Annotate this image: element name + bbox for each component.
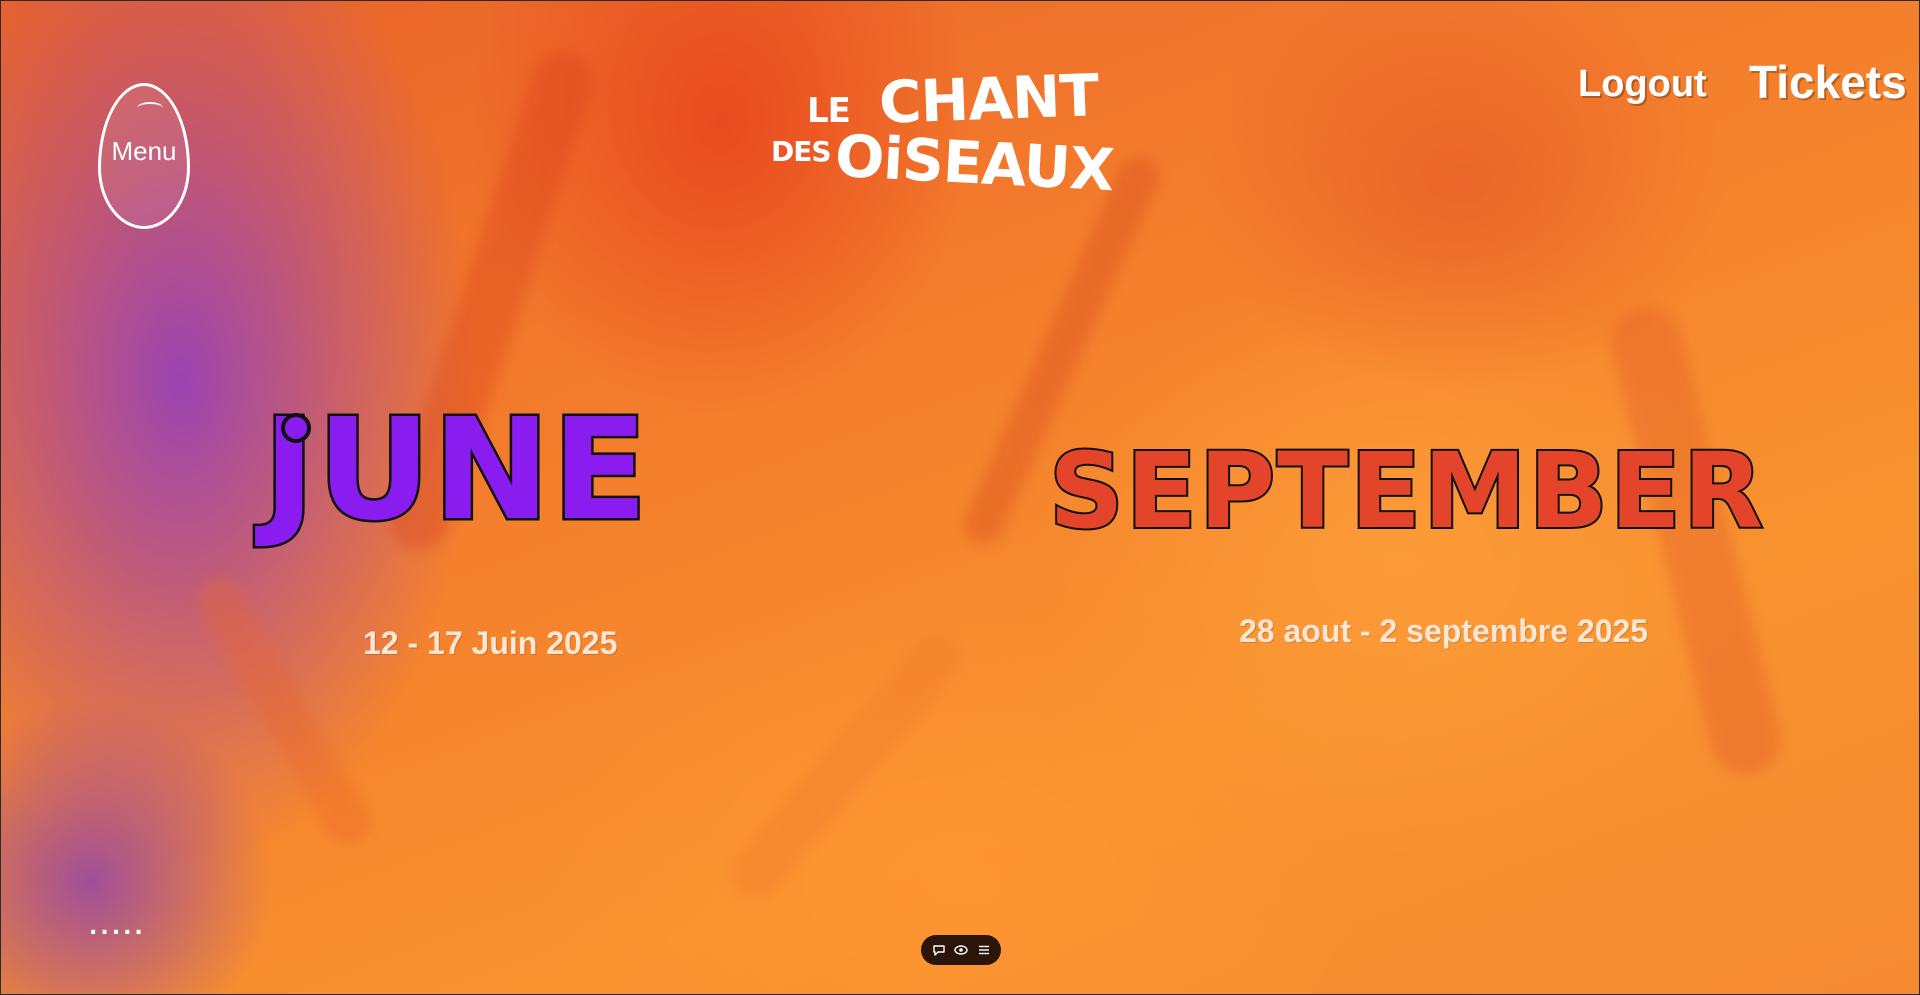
paint-streak: [720, 623, 972, 909]
menu-button[interactable]: Menu: [98, 83, 190, 229]
list-icon[interactable]: [975, 941, 993, 959]
june-dates: 12 - 17 Juin 2025: [363, 625, 618, 661]
hero-background: Menu LE CHANT DES OiSEAUX Logout Tickets…: [0, 0, 1920, 995]
floating-toolbar: [921, 935, 1001, 965]
logout-link[interactable]: Logout: [1578, 63, 1707, 106]
september-dates: 28 aout - 2 septembre 2025: [1239, 613, 1649, 649]
menu-label: Menu: [111, 135, 177, 166]
june-edition-link[interactable]: June: [261, 398, 651, 543]
pagination-dots[interactable]: .....: [89, 915, 146, 940]
tickets-link[interactable]: Tickets: [1749, 55, 1907, 109]
logo-text: DES: [771, 135, 832, 168]
logo-text: OiSEAUX: [833, 121, 1116, 205]
site-logo[interactable]: LE CHANT DES OiSEAUX: [771, 61, 1121, 205]
june-dot-decoration: [281, 413, 311, 443]
september-edition-link[interactable]: September: [1047, 437, 1765, 545]
egg-shine-icon: [137, 102, 163, 114]
comment-icon[interactable]: [930, 941, 948, 959]
eye-icon[interactable]: [952, 941, 970, 959]
paint-streak: [189, 569, 378, 853]
